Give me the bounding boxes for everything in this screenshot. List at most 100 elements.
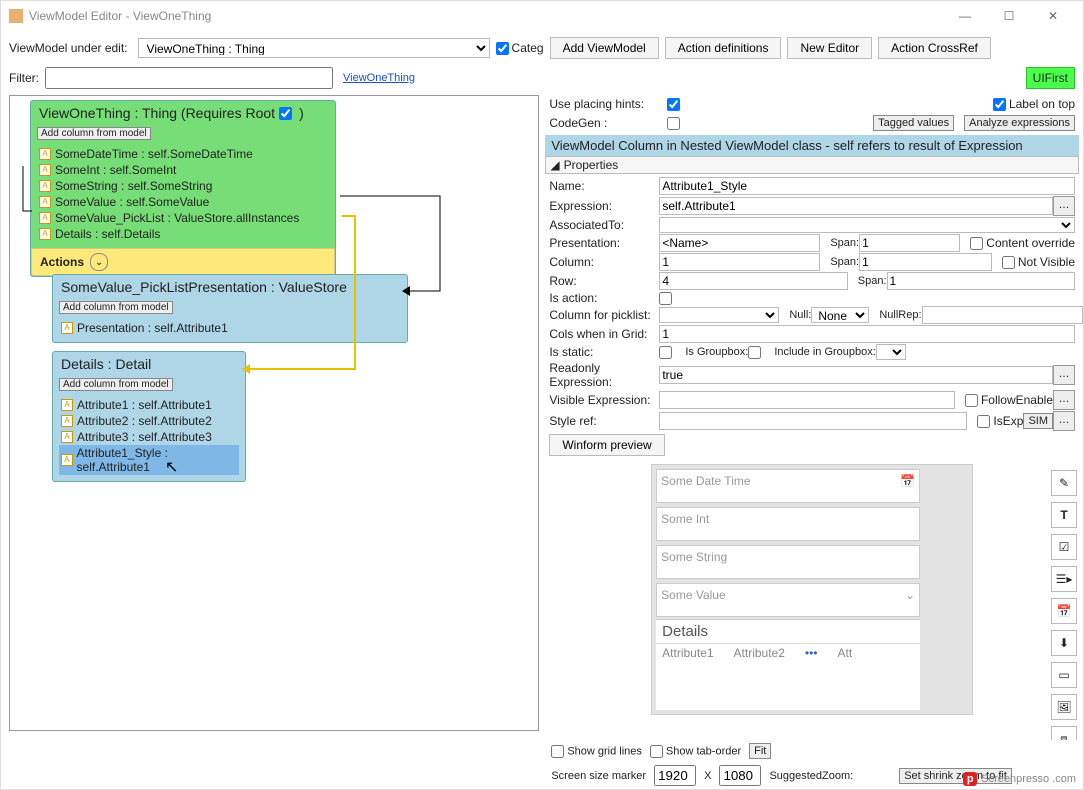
- expression-more-button[interactable]: …: [1053, 196, 1075, 216]
- styleref-more-button[interactable]: …: [1053, 411, 1075, 431]
- node-item[interactable]: ASomeDateTime : self.SomeDateTime: [37, 146, 329, 162]
- colsgrid-label: Cols when in Grid:: [549, 327, 659, 341]
- expression-input[interactable]: [659, 197, 1053, 215]
- field-icon: A: [39, 164, 51, 176]
- chevron-down-icon[interactable]: ⌄: [905, 588, 915, 602]
- visible-more-button[interactable]: …: [1053, 390, 1075, 410]
- placing-hints-check[interactable]: [667, 98, 680, 111]
- field-icon: A: [61, 399, 73, 411]
- codegen-check[interactable]: [667, 117, 680, 130]
- add-viewmodel-button[interactable]: Add ViewModel: [550, 37, 659, 59]
- node-item[interactable]: AAttribute2 : self.Attribute2: [59, 413, 239, 429]
- tool-edit-icon[interactable]: ✎: [1051, 470, 1077, 496]
- node-item[interactable]: ASomeInt : self.SomeInt: [37, 162, 329, 178]
- nullrep-input[interactable]: [922, 306, 1083, 324]
- node-picklist[interactable]: SomeValue_PickListPresentation : ValueSt…: [52, 274, 408, 343]
- isaction-label: Is action:: [549, 291, 659, 305]
- categ-check[interactable]: Categ: [496, 41, 544, 55]
- isstatic-check[interactable]: [659, 346, 672, 359]
- tool-calendar-icon[interactable]: 📅: [1051, 598, 1077, 624]
- winform-preview-button[interactable]: Winform preview: [549, 434, 664, 456]
- preview-details-header: Details: [656, 620, 920, 643]
- row-label: Row:: [549, 274, 659, 288]
- show-grid-check[interactable]: Show grid lines: [551, 745, 642, 758]
- content-override-check[interactable]: Content override: [970, 236, 1075, 250]
- styleref-label: Style ref:: [549, 414, 659, 428]
- span1-input[interactable]: [859, 234, 960, 252]
- actions-bar[interactable]: Actions⌄: [31, 248, 335, 276]
- tool-download-icon[interactable]: ⬇: [1051, 630, 1077, 656]
- field-icon: A: [61, 431, 73, 443]
- minimize-button[interactable]: —: [943, 2, 987, 30]
- width-input[interactable]: [654, 765, 696, 786]
- name-input[interactable]: [659, 177, 1075, 195]
- label-on-top-check[interactable]: Label on top: [993, 97, 1075, 111]
- incgroup-select[interactable]: [876, 344, 906, 360]
- uifirst-tag[interactable]: UIFirst: [1026, 67, 1075, 89]
- followenable-check[interactable]: FollowEnable: [965, 393, 1053, 407]
- canvas[interactable]: ViewOneThing : Thing (Requires Root) Add…: [9, 95, 539, 731]
- visible-input[interactable]: [659, 391, 955, 409]
- node-item[interactable]: APresentation : self.Attribute1: [59, 320, 401, 336]
- tool-box-icon[interactable]: ▭: [1051, 662, 1077, 688]
- maximize-button[interactable]: ☐: [987, 2, 1031, 30]
- presentation-input[interactable]: [659, 234, 820, 252]
- analyze-expressions-button[interactable]: Analyze expressions: [964, 115, 1075, 131]
- node-viewonething[interactable]: ViewOneThing : Thing (Requires Root) Add…: [30, 100, 336, 277]
- viewmodel-link[interactable]: ViewOneThing: [343, 72, 415, 84]
- node-item[interactable]: ASomeValue_PickList : ValueStore.allInst…: [37, 210, 329, 226]
- tagged-values-button[interactable]: Tagged values: [873, 115, 954, 131]
- filter-input[interactable]: [45, 67, 333, 89]
- span3-input[interactable]: [887, 272, 1075, 290]
- action-crossref-button[interactable]: Action CrossRef: [878, 37, 991, 59]
- add-column-button[interactable]: Add column from model: [37, 127, 151, 140]
- associated-select[interactable]: [659, 217, 1075, 233]
- sim-button[interactable]: SIM: [1023, 413, 1053, 429]
- isexp-check[interactable]: IsExp: [977, 414, 1023, 428]
- node-item[interactable]: ADetails : self.Details: [37, 226, 329, 242]
- tool-list-icon[interactable]: ☰▸: [1051, 566, 1077, 592]
- calendar-icon[interactable]: 📅: [900, 474, 915, 488]
- tool-image-icon[interactable]: 🖼: [1051, 694, 1077, 720]
- node-title: ViewOneThing : Thing (Requires Root: [39, 105, 275, 121]
- node-item[interactable]: ASomeValue : self.SomeValue: [37, 194, 329, 210]
- row-input[interactable]: [659, 272, 847, 290]
- fit-button[interactable]: Fit: [749, 743, 771, 759]
- associated-label: AssociatedTo:: [549, 218, 659, 232]
- add-column-button[interactable]: Add column from model: [59, 301, 173, 314]
- isaction-check[interactable]: [659, 292, 672, 305]
- action-definitions-button[interactable]: Action definitions: [665, 37, 782, 59]
- column-input[interactable]: [659, 253, 820, 271]
- viewmodel-select[interactable]: ViewOneThing : Thing: [138, 38, 490, 58]
- height-input[interactable]: [719, 765, 761, 786]
- isgroup-check[interactable]: [748, 346, 761, 359]
- field-icon: A: [61, 322, 73, 334]
- field-icon: A: [39, 148, 51, 160]
- tool-check-icon[interactable]: ☑: [1051, 534, 1077, 560]
- node-item-selected[interactable]: AAttribute1_Style : self.Attribute1: [59, 445, 239, 475]
- null-select[interactable]: None: [811, 307, 869, 323]
- node-item[interactable]: AAttribute1 : self.Attribute1: [59, 397, 239, 413]
- null-label: Null:: [789, 309, 811, 321]
- close-button[interactable]: ✕: [1031, 2, 1075, 30]
- properties-toggle[interactable]: ◢Properties: [545, 156, 1079, 174]
- node-title: SomeValue_PickListPresentation : ValueSt…: [61, 279, 347, 295]
- span2-input[interactable]: [859, 253, 992, 271]
- requires-root-check[interactable]: [279, 107, 292, 120]
- chevron-down-icon[interactable]: ⌄: [90, 253, 108, 271]
- new-editor-button[interactable]: New Editor: [787, 37, 872, 59]
- readonly-input[interactable]: [659, 366, 1053, 384]
- tool-cube-icon[interactable]: ⧈: [1051, 726, 1077, 740]
- add-column-button[interactable]: Add column from model: [59, 378, 173, 391]
- node-item[interactable]: ASomeString : self.SomeString: [37, 178, 329, 194]
- readonly-more-button[interactable]: …: [1053, 365, 1075, 385]
- node-details[interactable]: Details : Detail Add column from model A…: [52, 351, 246, 482]
- node-item[interactable]: AAttribute3 : self.Attribute3: [59, 429, 239, 445]
- colsgrid-input[interactable]: [659, 325, 1075, 343]
- styleref-input[interactable]: [659, 412, 967, 430]
- not-visible-check[interactable]: Not Visible: [1002, 255, 1075, 269]
- show-tab-check[interactable]: Show tab-order: [650, 745, 741, 758]
- tool-text-icon[interactable]: T: [1051, 502, 1077, 528]
- cursor-icon: ↖: [165, 457, 178, 477]
- col-picklist-select[interactable]: [659, 307, 779, 323]
